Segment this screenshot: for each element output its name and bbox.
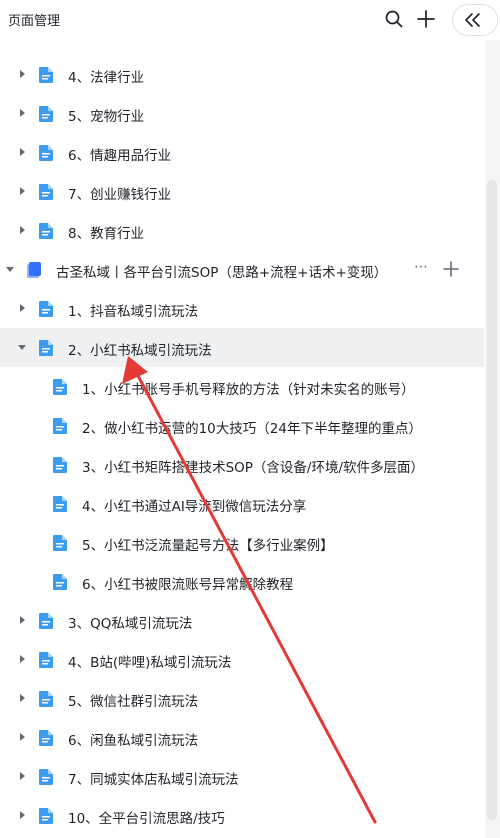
tree-item[interactable]: 2、做小红书运营的10大技巧（24年下半年整理的重点） — [0, 406, 484, 445]
doc-icon — [39, 808, 53, 824]
search-icon[interactable] — [384, 9, 404, 29]
doc-icon — [39, 769, 53, 785]
sidebar-header: 页面管理 — [0, 0, 500, 40]
tree-item[interactable]: 3、小红书矩阵搭建技术SOP（含设备/环境/软件多层面） — [0, 445, 484, 484]
caret-right-icon[interactable] — [17, 771, 27, 781]
doc-icon — [39, 730, 53, 746]
doc-icon — [39, 67, 53, 83]
tree-item-label: 4、B站(哔哩)私域引流玩法 — [68, 655, 232, 671]
caret-right-icon[interactable] — [17, 69, 27, 79]
page-tree: 4、法律行业 5、宠物行业 6、情趣用品行业 7、创业赚钱行业 8、教育行业古圣私域丨各… — [0, 55, 484, 835]
caret-right-icon[interactable] — [17, 732, 27, 742]
add-page-icon[interactable] — [416, 9, 436, 29]
caret-right-icon[interactable] — [17, 615, 27, 625]
tree-item[interactable]: 8、教育行业 — [0, 211, 484, 250]
tree-item-label: 1、抖音私域引流玩法 — [68, 304, 199, 320]
doc-icon — [53, 574, 67, 590]
wiki-space-icon — [27, 262, 41, 278]
collapse-sidebar-button[interactable] — [452, 4, 498, 36]
caret-down-icon[interactable] — [5, 264, 15, 274]
tree-item[interactable]: 3、QQ私域引流玩法 — [0, 601, 484, 640]
doc-icon — [39, 106, 53, 122]
doc-icon — [39, 184, 53, 200]
doc-icon — [39, 613, 53, 629]
tree-item-label: 6、闲鱼私域引流玩法 — [68, 733, 199, 749]
doc-icon — [39, 340, 53, 356]
doc-icon — [39, 652, 53, 668]
doc-icon — [39, 145, 53, 161]
tree-item[interactable]: 5、微信社群引流玩法 — [0, 679, 484, 718]
caret-right-icon[interactable] — [17, 108, 27, 118]
doc-icon — [53, 379, 67, 395]
tree-item[interactable]: 4、B站(哔哩)私域引流玩法 — [0, 640, 484, 679]
tree-item[interactable]: 10、全平台引流思路/技巧 — [0, 796, 484, 835]
tree-item[interactable]: 7、创业赚钱行业 — [0, 172, 484, 211]
caret-right-icon[interactable] — [17, 693, 27, 703]
tree-item[interactable]: 6、情趣用品行业 — [0, 133, 484, 172]
doc-icon — [39, 691, 53, 707]
tree-item[interactable]: 古圣私域丨各平台引流SOP（思路+流程+话术+变现） ⋯ — [0, 250, 484, 289]
tree-item[interactable]: 4、法律行业 — [0, 55, 484, 94]
tree-item[interactable]: 4、小红书通过AI导流到微信玩法分享 — [0, 484, 484, 523]
tree-item-label: 7、同城实体店私域引流玩法 — [68, 772, 239, 788]
tree-item[interactable]: 6、小红书被限流账号异常解除教程 — [0, 562, 484, 601]
tree-item[interactable]: 1、抖音私域引流玩法 — [0, 289, 484, 328]
tree-item-label: 4、小红书通过AI导流到微信玩法分享 — [82, 499, 307, 515]
tree-item-label: 3、小红书矩阵搭建技术SOP（含设备/环境/软件多层面） — [82, 460, 425, 476]
tree-item[interactable]: 1、小红书账号手机号释放的方法（针对未实名的账号） — [0, 367, 484, 406]
tree-item[interactable]: 6、闲鱼私域引流玩法 — [0, 718, 484, 757]
tree-item-label: 6、小红书被限流账号异常解除教程 — [82, 577, 294, 593]
tree-item[interactable]: 2、小红书私域引流玩法 — [0, 328, 484, 367]
caret-right-icon[interactable] — [17, 225, 27, 235]
more-icon[interactable]: ⋯ — [414, 259, 429, 275]
tree-item-label: 4、法律行业 — [68, 70, 145, 86]
tree-item-label: 3、QQ私域引流玩法 — [68, 616, 193, 632]
tree-item-label: 5、宠物行业 — [68, 109, 145, 125]
caret-right-icon[interactable] — [17, 186, 27, 196]
doc-icon — [53, 496, 67, 512]
tree-item-label: 1、小红书账号手机号释放的方法（针对未实名的账号） — [82, 382, 415, 398]
double-chevron-left-icon — [465, 13, 480, 27]
tree-item[interactable]: 7、同城实体店私域引流玩法 — [0, 757, 484, 796]
caret-right-icon[interactable] — [17, 810, 27, 820]
tree-item-label: 7、创业赚钱行业 — [68, 187, 172, 203]
page-title: 页面管理 — [8, 14, 61, 29]
tree-item-label: 2、做小红书运营的10大技巧（24年下半年整理的重点） — [82, 421, 422, 437]
tree-item[interactable]: 5、小红书泛流量起号方法【多行业案例】 — [0, 523, 484, 562]
caret-right-icon[interactable] — [17, 654, 27, 664]
caret-down-icon[interactable] — [17, 342, 27, 352]
tree-item-label: 5、小红书泛流量起号方法【多行业案例】 — [82, 538, 334, 554]
scrollbar-thumb[interactable] — [487, 180, 497, 820]
tree-item-label: 6、情趣用品行业 — [68, 148, 172, 164]
tree-item-label: 古圣私域丨各平台引流SOP（思路+流程+话术+变现） — [56, 265, 388, 281]
tree-item-label: 2、小红书私域引流玩法 — [68, 343, 212, 359]
caret-right-icon[interactable] — [17, 303, 27, 313]
doc-icon — [39, 223, 53, 239]
tree-item-label: 5、微信社群引流玩法 — [68, 694, 199, 710]
caret-right-icon[interactable] — [17, 147, 27, 157]
tree-item[interactable]: 5、宠物行业 — [0, 94, 484, 133]
doc-icon — [53, 457, 67, 473]
doc-icon — [53, 418, 67, 434]
doc-icon — [53, 535, 67, 551]
tree-item-label: 10、全平台引流思路/技巧 — [68, 811, 225, 827]
add-child-icon[interactable] — [442, 260, 460, 278]
doc-icon — [39, 301, 53, 317]
tree-item-label: 8、教育行业 — [68, 226, 145, 242]
